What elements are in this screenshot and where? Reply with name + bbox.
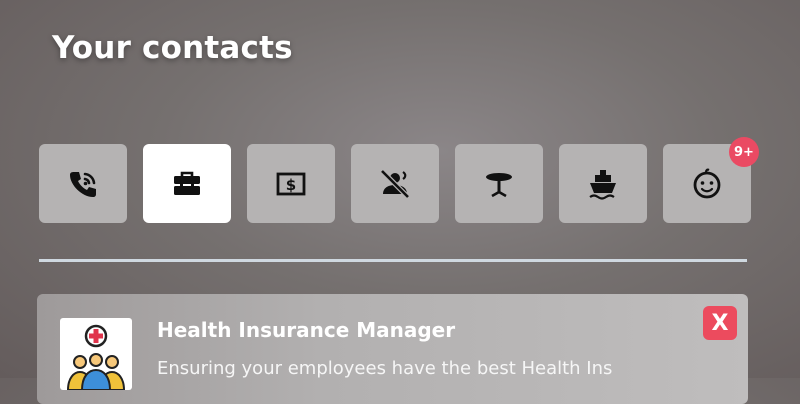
card-title: Health Insurance Manager (157, 318, 456, 342)
contact-card[interactable]: Health Insurance Manager Ensuring your e… (37, 294, 748, 404)
close-button[interactable]: X (703, 306, 737, 340)
baby-face-icon (693, 168, 721, 198)
health-team-icon (66, 324, 126, 390)
page-title: Your contacts (52, 30, 293, 66)
card-thumbnail (60, 318, 132, 390)
phone-wifi-icon (70, 171, 96, 197)
table-icon (486, 172, 512, 197)
toolbox-icon (174, 171, 200, 195)
tab-table[interactable] (455, 144, 543, 223)
ship-icon (589, 169, 616, 200)
divider (39, 259, 747, 262)
money-bill-icon: $ (276, 172, 306, 195)
tab-no-smoking[interactable] (351, 144, 439, 223)
tab-baby[interactable]: 9+ (663, 137, 759, 223)
card-description: Ensuring your employees have the best He… (157, 358, 613, 379)
no-smoking-icon (380, 168, 410, 199)
tab-phone[interactable] (39, 144, 127, 223)
tab-toolbox[interactable] (143, 144, 231, 223)
contact-category-tabs: $ 9+ (39, 137, 759, 223)
tab-ship[interactable] (559, 144, 647, 223)
tab-money[interactable]: $ (247, 144, 335, 223)
svg-text:$: $ (286, 176, 296, 194)
notification-badge: 9+ (729, 137, 759, 167)
